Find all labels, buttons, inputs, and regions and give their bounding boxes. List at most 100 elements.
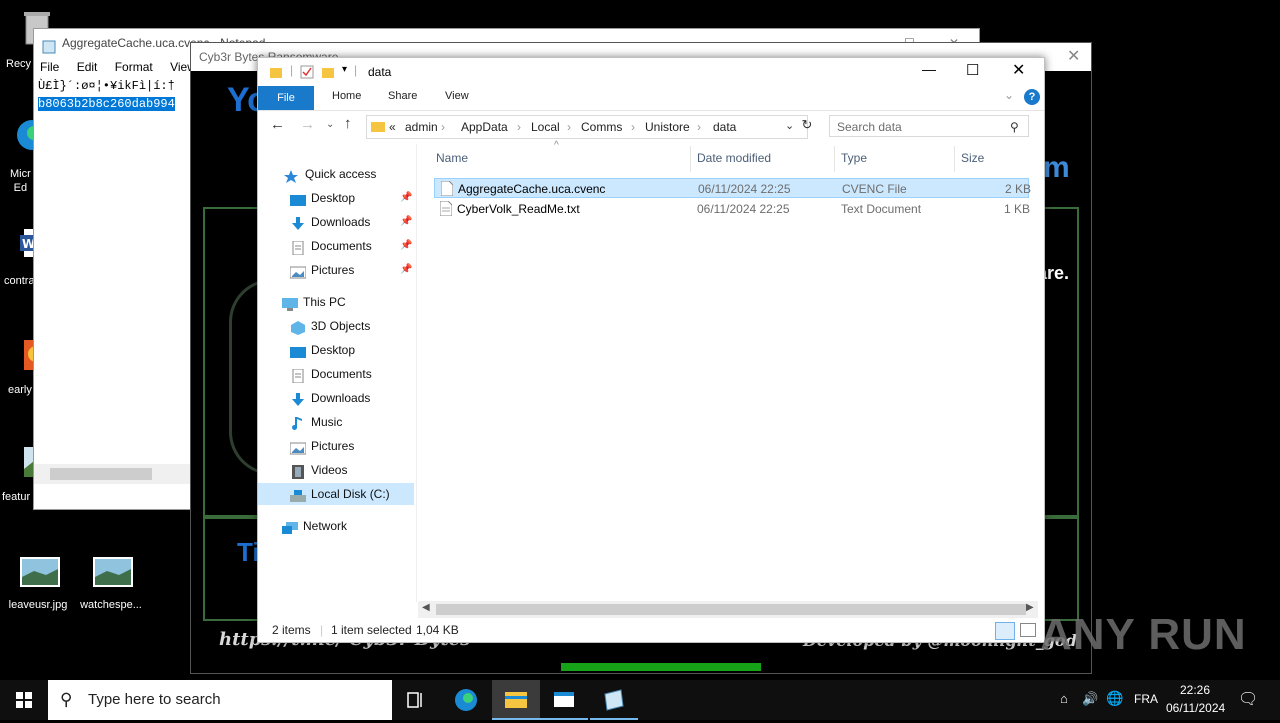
people-icon[interactable]: ⌂ — [1060, 691, 1068, 706]
taskbar-search-box[interactable]: ⚲ Type here to search — [48, 680, 392, 720]
nav-quick-access[interactable]: Quick access — [284, 163, 376, 185]
pictures-icon — [289, 440, 307, 455]
clock-date[interactable]: 06/11/2024 — [1166, 701, 1225, 715]
file-list-hscroll[interactable]: ◀ ▶ — [418, 601, 1038, 618]
breadcrumb-admin[interactable]: admin — [405, 120, 438, 134]
nav-pc-desktop[interactable]: Desktop — [290, 339, 355, 361]
column-separator[interactable] — [834, 146, 835, 172]
details-view-icon[interactable] — [995, 622, 1015, 640]
scroll-right-icon[interactable]: ▶ — [1026, 602, 1034, 613]
nav-quick-downloads[interactable]: Downloads 📌 — [290, 211, 416, 233]
notepad-line-2[interactable]: b8063b2b8c260dab994 — [38, 97, 175, 111]
nav-network[interactable]: Network — [282, 515, 347, 537]
tab-home[interactable]: Home — [332, 90, 361, 102]
minimize-icon[interactable]: — — [922, 61, 936, 77]
pin-icon[interactable]: 📌 — [400, 259, 412, 281]
column-header-date[interactable]: Date modified — [697, 151, 771, 165]
search-input[interactable]: Search data ⚲ — [829, 115, 1029, 137]
explorer-titlebar[interactable]: | ▾ | data — ☐ ✕ — [258, 58, 1044, 86]
maximize-icon[interactable]: ☐ — [966, 61, 979, 79]
recent-locations-icon[interactable]: ⌄ — [326, 119, 334, 130]
taskbar-edge[interactable] — [442, 680, 490, 720]
column-header-type[interactable]: Type — [841, 151, 867, 165]
nav-label: Quick access — [305, 167, 377, 181]
anyrun-watermark: ANY RUN — [1040, 610, 1247, 659]
breadcrumb-unistore[interactable]: Unistore — [645, 120, 690, 134]
image-icon — [18, 555, 60, 587]
taskbar-file-explorer[interactable] — [492, 680, 540, 720]
explorer-window[interactable]: | ▾ | data — ☐ ✕ File Home Share View ⌄ … — [257, 57, 1045, 643]
scroll-left-icon[interactable]: ◀ — [422, 602, 430, 613]
nav-label: Local Disk (C:) — [311, 487, 390, 501]
task-view-button[interactable] — [392, 680, 440, 720]
nav-quick-documents[interactable]: Documents 📌 — [290, 235, 416, 257]
pin-icon[interactable]: 📌 — [400, 235, 412, 257]
start-button[interactable] — [0, 680, 48, 720]
nav-pc-videos[interactable]: Videos — [290, 459, 347, 481]
pin-icon[interactable]: 📌 — [400, 211, 412, 233]
desktop-icon-watchespe[interactable]: watchespe... — [78, 555, 144, 611]
nav-pc-music[interactable]: Music — [290, 411, 342, 433]
ribbon-expand-icon[interactable]: ⌄ — [1004, 88, 1014, 102]
tab-file[interactable]: File — [258, 86, 314, 110]
up-icon[interactable]: ↑ — [344, 115, 352, 132]
nav-pc-documents[interactable]: Documents — [290, 363, 372, 385]
nav-pc-pictures[interactable]: Pictures — [289, 435, 354, 457]
close-icon[interactable]: ✕ — [1012, 60, 1025, 80]
properties-icon[interactable] — [300, 65, 314, 79]
network-globe-icon[interactable]: 🌐 — [1106, 690, 1123, 707]
refresh-icon[interactable]: ↻ — [798, 117, 816, 135]
file-row[interactable]: AggregateCache.uca.cvenc 06/11/2024 22:2… — [434, 178, 1032, 198]
nav-quick-desktop[interactable]: Desktop 📌 — [290, 187, 416, 209]
column-separator[interactable] — [954, 146, 955, 172]
tab-share[interactable]: Share — [388, 90, 417, 102]
file-size: 2 KB — [1005, 182, 1032, 196]
address-dropdown-icon[interactable]: ⌄ — [785, 119, 794, 132]
nav-pc-3d-objects[interactable]: 3D Objects — [290, 315, 370, 337]
pin-icon[interactable]: 📌 — [400, 187, 412, 209]
menu-file[interactable]: File — [40, 60, 59, 74]
forward-icon[interactable]: → — [300, 116, 315, 133]
back-icon[interactable]: ← — [270, 116, 285, 133]
breadcrumb-overflow[interactable]: « — [389, 120, 396, 134]
ribbon-tabs: File Home Share View ⌄ ? — [258, 86, 1044, 111]
file-row[interactable]: CyberVolk_ReadMe.txt 06/11/2024 22:25 Te… — [434, 199, 1030, 219]
scroll-thumb[interactable] — [50, 468, 152, 480]
large-icons-view-icon[interactable] — [1020, 623, 1036, 637]
taskbar-ransomware-app[interactable] — [540, 680, 588, 720]
column-header-name[interactable]: Name — [436, 151, 468, 165]
nav-this-pc[interactable]: This PC — [282, 291, 346, 313]
nav-pc-downloads[interactable]: Downloads — [290, 387, 370, 409]
notepad-hscroll[interactable] — [34, 464, 190, 484]
address-bar[interactable]: « admin › AppData › Local › Comms › Unis… — [366, 115, 808, 139]
nav-quick-pictures[interactable]: Pictures 📌 — [289, 259, 416, 281]
tab-view[interactable]: View — [445, 90, 469, 102]
column-separator[interactable] — [690, 146, 691, 172]
notification-icon[interactable]: 🗨 — [1238, 689, 1258, 709]
menu-format[interactable]: Format — [115, 60, 153, 74]
close-icon[interactable]: ✕ — [1067, 43, 1080, 71]
pictures-icon — [289, 264, 307, 279]
nav-pc-local-disk[interactable]: Local Disk (C:) — [258, 483, 414, 505]
file-date: 06/11/2024 22:25 — [697, 202, 790, 216]
status-item-count: 2 items — [272, 623, 311, 637]
column-header-size[interactable]: Size — [961, 151, 984, 165]
file-name: CyberVolk_ReadMe.txt — [457, 202, 580, 216]
star-icon — [284, 168, 300, 184]
scroll-thumb[interactable] — [436, 604, 1026, 615]
breadcrumb-local[interactable]: Local — [531, 120, 560, 134]
nav-label: Music — [311, 415, 343, 429]
desktop-icon-leaveusr[interactable]: leaveusr.jpg — [6, 555, 70, 611]
image-icon — [91, 555, 133, 587]
volume-icon[interactable]: 🔊 — [1082, 691, 1098, 707]
qat-dropdown-icon[interactable]: ▾ — [342, 64, 347, 75]
clock-time[interactable]: 22:26 — [1180, 683, 1210, 697]
menu-edit[interactable]: Edit — [77, 60, 98, 74]
language-indicator[interactable]: FRA — [1134, 692, 1158, 706]
breadcrumb-comms[interactable]: Comms — [581, 120, 622, 134]
new-folder-icon[interactable] — [322, 66, 334, 78]
breadcrumb-appdata[interactable]: AppData — [461, 120, 508, 134]
breadcrumb-data[interactable]: data — [713, 120, 736, 134]
taskbar-notepad[interactable] — [590, 680, 638, 720]
help-icon[interactable]: ? — [1024, 89, 1040, 105]
